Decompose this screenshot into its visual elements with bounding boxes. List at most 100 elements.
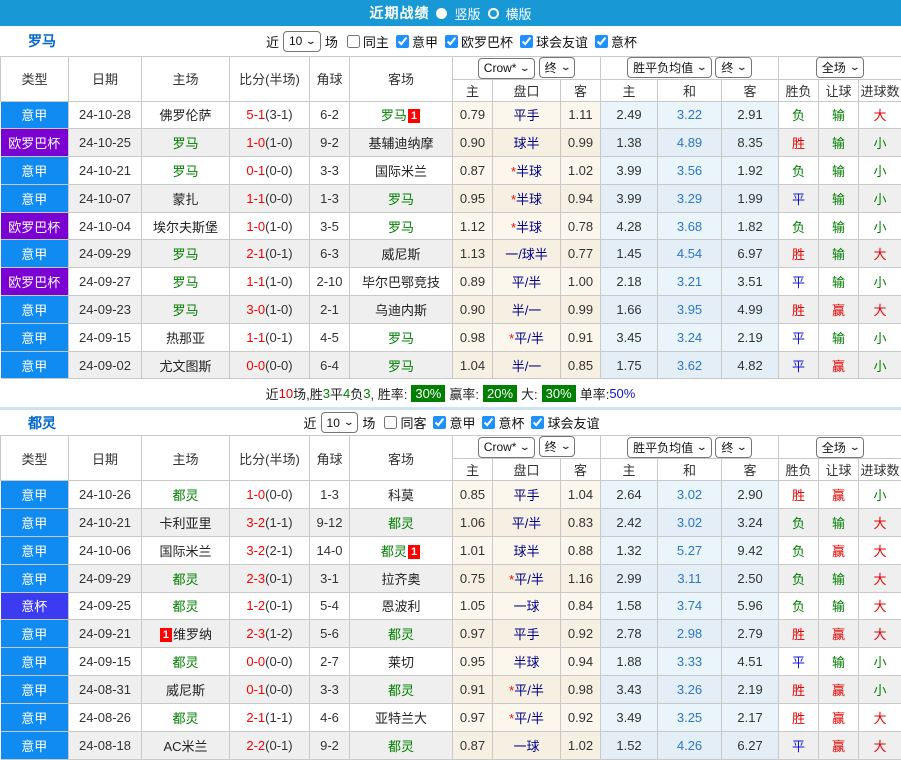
cell-result: 平 xyxy=(779,731,819,759)
odds-final-dropdown[interactable]: 终⌄ xyxy=(539,57,576,78)
league-checkbox[interactable] xyxy=(482,416,495,429)
odds-company-dropdown[interactable]: Crow*⌄ xyxy=(478,437,535,458)
cell-score: 1-2(0-1) xyxy=(230,592,310,620)
halftime-score: (1-0) xyxy=(265,274,292,289)
cell-handicap-result: 输 xyxy=(819,212,859,240)
cell-handicap-line: 半球 xyxy=(493,648,561,676)
cell-mean-home: 2.18 xyxy=(601,268,658,296)
mean-group-header: 胜平负均值⌄ 终⌄ xyxy=(601,436,779,459)
scope-dropdown[interactable]: 全场⌄ xyxy=(816,437,865,458)
chevron-down-icon: ⌄ xyxy=(696,62,707,73)
team-label: 罗马 xyxy=(388,220,414,235)
dropdown-value: 全场 xyxy=(822,59,846,76)
cell-handicap-line: 平/半 xyxy=(493,508,561,536)
cell-goals-result: 小 xyxy=(859,676,901,704)
league-checkbox[interactable] xyxy=(520,35,533,48)
cell-handicap-result: 输 xyxy=(819,323,859,351)
team-label: 都灵 xyxy=(172,599,198,614)
line-label: 平手 xyxy=(513,108,539,123)
summary-text: 平 xyxy=(330,384,343,403)
cell-home-team: 埃尔夫斯堡 xyxy=(142,212,230,240)
same-venue-checkbox[interactable] xyxy=(347,35,360,48)
cell-mean-away: 4.51 xyxy=(722,648,779,676)
cell-home-team: 都灵 xyxy=(142,704,230,732)
halftime-score: (1-1) xyxy=(265,710,292,725)
team-label: 毕尔巴鄂竞技 xyxy=(362,275,440,290)
cell-result: 平 xyxy=(779,268,819,296)
cell-mean-away: 9.42 xyxy=(722,536,779,564)
radio-vertical-label[interactable]: 竖版 xyxy=(454,4,480,23)
cell-handicap-line: 球半 xyxy=(493,129,561,157)
cell-score: 2-3(1-2) xyxy=(230,620,310,648)
cell-mean-draw: 3.26 xyxy=(658,676,722,704)
cell-home-team: 国际米兰 xyxy=(142,536,230,564)
team-label: 都灵 xyxy=(388,627,414,642)
cell-home-team: 罗马 xyxy=(142,296,230,324)
cell-goals-result: 小 xyxy=(859,184,901,212)
league-checkbox[interactable] xyxy=(595,35,608,48)
league-checkbox[interactable] xyxy=(445,35,458,48)
cell-mean-home: 1.58 xyxy=(601,592,658,620)
col-header-odds-home: 主 xyxy=(453,458,493,480)
summary-text: 50% xyxy=(609,386,635,401)
cell-odds-away: 0.91 xyxy=(561,323,601,351)
halftime-score: (0-1) xyxy=(265,571,292,586)
line-label: 半/一 xyxy=(512,303,542,318)
cell-odds-away: 0.99 xyxy=(561,296,601,324)
mean-final-dropdown[interactable]: 终⌄ xyxy=(715,437,752,458)
col-header-odds-line: 盘口 xyxy=(493,79,561,101)
cell-mean-draw: 3.24 xyxy=(658,323,722,351)
cell-mean-home: 3.45 xyxy=(601,323,658,351)
cell-home-team: 罗马 xyxy=(142,157,230,185)
fulltime-score: 3-2 xyxy=(246,543,265,558)
match-row: 欧罗巴杯24-09-27罗马1-1(1-0)2-10毕尔巴鄂竞技0.89平/半1… xyxy=(1,268,901,296)
league-type-badge: 欧罗巴杯 xyxy=(1,268,69,296)
cell-handicap-result: 输 xyxy=(819,648,859,676)
fulltime-score: 2-3 xyxy=(246,571,265,586)
team-label: 罗马 xyxy=(172,303,198,318)
cell-mean-home: 4.28 xyxy=(601,212,658,240)
cell-result: 负 xyxy=(779,212,819,240)
chevron-down-icon: ⌄ xyxy=(736,62,747,73)
cell-score: 0-1(0-0) xyxy=(230,157,310,185)
cell-mean-draw: 4.54 xyxy=(658,240,722,268)
radio-horizontal-icon[interactable] xyxy=(488,8,499,19)
mean-final-dropdown[interactable]: 终⌄ xyxy=(715,57,752,78)
team-label: 都灵 xyxy=(172,711,198,726)
same-venue-checkbox[interactable] xyxy=(384,416,397,429)
cell-date: 24-10-26 xyxy=(69,480,142,508)
line-label: 平/半 xyxy=(514,572,544,587)
rank-badge: 1 xyxy=(408,545,420,559)
odds-final-dropdown[interactable]: 终⌄ xyxy=(539,436,576,457)
radio-horizontal-label[interactable]: 横版 xyxy=(506,4,532,23)
odds-company-dropdown[interactable]: Crow*⌄ xyxy=(478,58,535,79)
mean-type-dropdown[interactable]: 胜平负均值⌄ xyxy=(627,437,712,458)
cell-handicap-line: 平手 xyxy=(493,620,561,648)
cell-home-team: 尤文图斯 xyxy=(142,351,230,379)
dropdown-value: 终 xyxy=(721,59,733,76)
team-label: 拉齐奥 xyxy=(381,572,420,587)
cell-corners: 14-0 xyxy=(310,536,350,564)
cell-odds-away: 0.94 xyxy=(561,184,601,212)
cell-handicap-result: 赢 xyxy=(819,704,859,732)
league-checkbox[interactable] xyxy=(396,35,409,48)
league-checkbox[interactable] xyxy=(531,416,544,429)
fulltime-score: 1-0 xyxy=(246,219,265,234)
cell-corners: 5-4 xyxy=(310,592,350,620)
scope-dropdown[interactable]: 全场⌄ xyxy=(816,57,865,78)
col-header-result: 胜负 xyxy=(779,79,819,101)
line-label: 球半 xyxy=(513,544,539,559)
radio-vertical-icon[interactable] xyxy=(436,8,447,19)
cell-home-team: 罗马 xyxy=(142,129,230,157)
same-venue-label: 同客 xyxy=(400,413,426,432)
halftime-score: (0-1) xyxy=(265,598,292,613)
recent-count-dropdown[interactable]: 10⌄ xyxy=(321,412,359,433)
summary-row-roma: 近10场,胜3平4负3, 胜率:30%赢率:20%大:30%单率:50% xyxy=(0,379,901,407)
line-label: 半球 xyxy=(513,655,539,670)
team-label: 蒙扎 xyxy=(172,192,198,207)
halftime-score: (1-0) xyxy=(265,302,292,317)
mean-type-dropdown[interactable]: 胜平负均值⌄ xyxy=(627,57,712,78)
league-checkbox[interactable] xyxy=(433,416,446,429)
recent-count-dropdown[interactable]: 10⌄ xyxy=(283,31,321,52)
fulltime-score: 2-1 xyxy=(246,246,265,261)
